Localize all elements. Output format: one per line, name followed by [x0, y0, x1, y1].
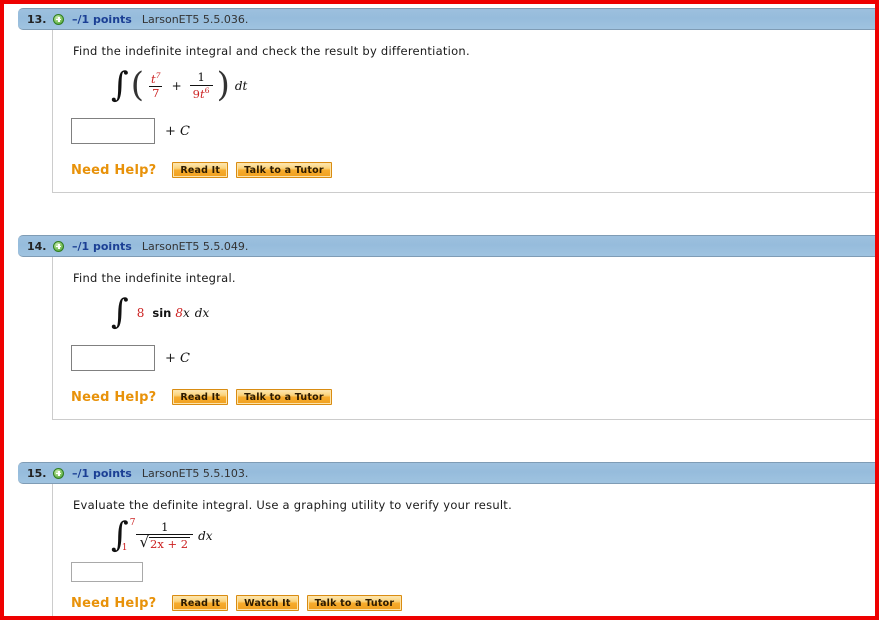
need-help-row-15: Need Help? Read It Watch It Talk to a Tu…: [71, 595, 874, 611]
close-paren: ): [216, 65, 230, 106]
answer-suffix: + C: [165, 123, 190, 139]
radical-sign-icon: √: [139, 533, 150, 551]
answer-input[interactable]: [71, 562, 143, 582]
answer-row-13: + C: [71, 118, 874, 144]
need-help-label: Need Help?: [71, 162, 157, 178]
question-prompt: Find the indefinite integral and check t…: [73, 44, 470, 58]
question-reference: LarsonET5 5.5.036.: [141, 12, 249, 26]
fraction-radical: 1 √ 2x + 2: [136, 519, 194, 551]
question-block-15: 15. –/1 points LarsonET5 5.5.103. Evalua…: [18, 462, 875, 616]
fraction-denominator: 7: [149, 86, 163, 100]
fraction-denominator: √ 2x + 2: [136, 533, 194, 551]
lower-limit: 1: [121, 543, 128, 553]
points-label: –/1 points: [72, 239, 132, 253]
argument-variable: x: [182, 306, 190, 320]
assignment-page: 13. –/1 points LarsonET5 5.5.036. Find t…: [0, 0, 879, 620]
fraction-numerator: 1: [197, 70, 205, 85]
talk-to-a-tutor-button[interactable]: Talk to a Tutor: [236, 162, 332, 178]
question-header-15: 15. –/1 points LarsonET5 5.5.103.: [18, 462, 875, 484]
math-expression-13: ∫ ( t7 7 + 1 9t6 ) dt: [111, 64, 874, 106]
integral-limits: 7 1: [121, 518, 136, 554]
math-expression-14: ∫ 8 sin 8 x dx: [111, 291, 874, 332]
question-reference: LarsonET5 5.5.049.: [141, 239, 249, 253]
question-body-15: Evaluate the definite integral. Use a gr…: [52, 484, 875, 616]
differential: dx: [198, 529, 213, 543]
answer-row-15: [71, 562, 874, 582]
watch-it-button[interactable]: Watch It: [236, 595, 299, 611]
question-number: 14.: [27, 239, 47, 253]
need-help-row-13: Need Help? Read It Talk to a Tutor: [71, 162, 874, 178]
question-reference: LarsonET5 5.5.103.: [141, 466, 249, 480]
answer-input[interactable]: [71, 345, 155, 371]
fraction-numerator: 1: [161, 519, 169, 534]
points-label: –/1 points: [72, 12, 132, 26]
argument-coefficient: 8: [175, 306, 183, 320]
question-block-14: 14. –/1 points LarsonET5 5.5.049. Find t…: [18, 235, 875, 420]
question-header-13: 13. –/1 points LarsonET5 5.5.036.: [18, 8, 875, 30]
fraction-denominator: 9t6: [189, 84, 213, 101]
coefficient: 8: [136, 306, 145, 320]
plus-circle-icon[interactable]: [53, 13, 64, 25]
answer-input[interactable]: [71, 118, 155, 144]
question-number: 13.: [27, 12, 47, 26]
fraction-first-term: t7 7: [148, 71, 164, 100]
question-body-14: Find the indefinite integral. ∫ 8 sin 8 …: [52, 257, 875, 420]
question-body-13: Find the indefinite integral and check t…: [52, 30, 875, 193]
open-paren: (: [130, 65, 144, 106]
need-help-label: Need Help?: [71, 595, 157, 611]
integral-sign-icon: ∫: [111, 291, 129, 332]
differential: dx: [194, 306, 210, 320]
plus-operator: +: [171, 79, 182, 93]
question-number: 15.: [27, 466, 47, 480]
plus-circle-icon[interactable]: [53, 467, 64, 479]
need-help-row-14: Need Help? Read It Talk to a Tutor: [71, 389, 874, 405]
differential: dt: [234, 79, 248, 93]
upper-limit: 7: [129, 518, 136, 528]
question-prompt: Evaluate the definite integral. Use a gr…: [73, 498, 512, 512]
read-it-button[interactable]: Read It: [172, 162, 229, 178]
question-list: 13. –/1 points LarsonET5 5.5.036. Find t…: [4, 4, 875, 616]
read-it-button[interactable]: Read It: [172, 595, 229, 611]
question-block-13: 13. –/1 points LarsonET5 5.5.036. Find t…: [18, 8, 875, 193]
trig-function: sin: [152, 306, 172, 320]
need-help-label: Need Help?: [71, 389, 157, 405]
fraction-numerator: t7: [150, 71, 161, 87]
read-it-button[interactable]: Read It: [172, 389, 229, 405]
talk-to-a-tutor-button[interactable]: Talk to a Tutor: [306, 595, 403, 611]
points-label: –/1 points: [72, 466, 132, 480]
plus-circle-icon[interactable]: [53, 240, 64, 252]
talk-to-a-tutor-button[interactable]: Talk to a Tutor: [236, 389, 332, 405]
square-root: √ 2x + 2: [139, 533, 191, 551]
question-header-14: 14. –/1 points LarsonET5 5.5.049.: [18, 235, 875, 257]
fraction-second-term: 1 9t6: [189, 70, 213, 101]
radicand: 2x + 2: [149, 537, 191, 551]
question-prompt: Find the indefinite integral.: [73, 271, 236, 285]
answer-row-14: + C: [71, 345, 874, 371]
math-expression-15: ∫ 7 1 1 √ 2x + 2 dx: [111, 517, 874, 554]
integral-sign-icon: ∫: [111, 64, 129, 105]
answer-suffix: + C: [165, 350, 190, 366]
